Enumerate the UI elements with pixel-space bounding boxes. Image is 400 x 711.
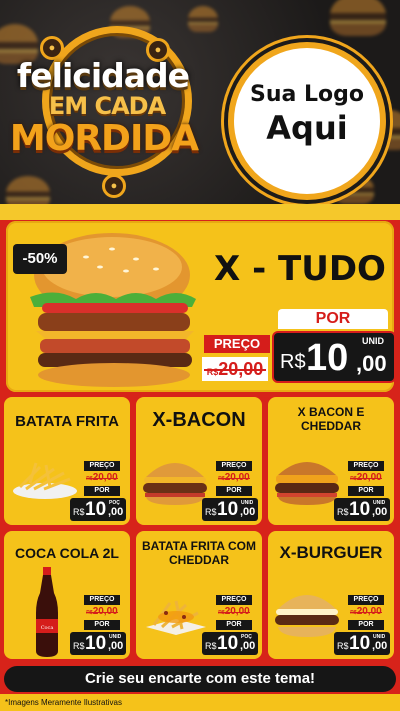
old-price: R$20,00 bbox=[84, 606, 120, 617]
por-label: POR bbox=[216, 486, 252, 496]
old-price-label: PREÇO bbox=[348, 461, 384, 471]
price-cents: ,00 bbox=[372, 506, 388, 518]
price-unit: POÇ bbox=[241, 634, 252, 640]
price-unit: UNID bbox=[373, 634, 386, 640]
coca-cola-bottle-image: Coca bbox=[36, 567, 58, 657]
product-name: BATATA FRITA COM CHEDDAR bbox=[142, 539, 256, 567]
old-price-value: 20,00 bbox=[224, 606, 250, 617]
price-integer: 10 bbox=[217, 499, 239, 520]
product-card[interactable]: BATATA FRITA COM CHEDDAR PREÇO R$20,00 P… bbox=[136, 531, 262, 659]
por-label: POR bbox=[278, 309, 388, 329]
logo-placeholder-line1: Sua Logo bbox=[249, 82, 364, 107]
price-integer: 10 bbox=[85, 499, 107, 520]
price-tag: R$ 10 ,00 POÇ bbox=[202, 632, 258, 655]
price-currency: R$ bbox=[205, 507, 217, 517]
por-label: POR bbox=[84, 620, 120, 630]
old-price: R$20,00 bbox=[202, 357, 268, 381]
old-price: R$20,00 bbox=[348, 606, 384, 617]
product-name: COCA COLA 2L bbox=[15, 545, 119, 561]
x-burguer-image bbox=[275, 595, 339, 637]
featured-product-name: X - TUDO bbox=[214, 249, 386, 289]
price-currency: R$ bbox=[205, 641, 217, 651]
discount-badge: -50% bbox=[13, 244, 67, 274]
price-tag: R$ 10 ,00 UNID bbox=[334, 632, 390, 655]
old-price: R$20,00 bbox=[216, 472, 252, 483]
price-unit: UNID bbox=[373, 500, 386, 506]
brand-slogan-line2: EM CADA bbox=[48, 92, 166, 120]
price-integer: 10 bbox=[349, 499, 371, 520]
price-integer: 10 bbox=[349, 633, 371, 654]
product-name: BATATA FRITA bbox=[15, 413, 119, 430]
burger-badge-icon: ● bbox=[102, 174, 126, 198]
old-price-value: 20,00 bbox=[218, 359, 264, 379]
price-integer: 10 bbox=[85, 633, 107, 654]
product-name: X-BACON bbox=[152, 409, 246, 431]
fries-cheddar-image bbox=[146, 600, 206, 635]
old-price: R$20,00 bbox=[84, 472, 120, 483]
brand-slogan-line1: felicidade bbox=[16, 56, 190, 95]
old-price-value: 20,00 bbox=[356, 606, 382, 617]
product-card[interactable]: BATATA FRITA PREÇO R$20,00 POR R$ 10 ,00… bbox=[4, 397, 130, 525]
price-tag: R$ 10 ,00 UNID bbox=[202, 498, 258, 521]
logo-placeholder-line2: Aqui bbox=[266, 109, 348, 147]
price-tag: R$ 10 ,00 UNID bbox=[70, 632, 126, 655]
price-tag: R$ 10 ,00 UNID bbox=[334, 498, 390, 521]
product-card[interactable]: X-BURGUER PREÇO R$20,00 POR R$ 10 ,00 UN… bbox=[268, 531, 394, 659]
yellow-separator bbox=[0, 204, 400, 220]
price-cents: ,00 bbox=[372, 640, 388, 652]
old-price-label: PREÇO bbox=[84, 595, 120, 605]
old-price-label: PREÇO bbox=[204, 335, 270, 353]
por-label: POR bbox=[216, 620, 252, 630]
por-label: POR bbox=[348, 620, 384, 630]
x-bacon-image bbox=[143, 463, 207, 505]
price-tag: R$ 10 ,00 POÇ bbox=[70, 498, 126, 521]
product-card[interactable]: COCA COLA 2L Coca PREÇO R$20,00 POR R$ 1… bbox=[4, 531, 130, 659]
price-cents: ,00 bbox=[108, 506, 124, 518]
price-currency: R$ bbox=[73, 641, 85, 651]
old-price-label: PREÇO bbox=[84, 461, 120, 471]
price-cents: ,00 bbox=[240, 506, 256, 518]
product-name: X BACON E CHEDDAR bbox=[297, 405, 365, 433]
cta-banner[interactable]: Crie seu encarte com este tema! bbox=[4, 666, 396, 692]
old-price-currency: R$ bbox=[206, 367, 219, 377]
featured-price-tag: R$ 10 ,00 UNID bbox=[272, 331, 394, 383]
header-banner: ● ● ● felicidade EM CADA MORDIDA Sua Log… bbox=[0, 0, 400, 208]
price-cents: ,00 bbox=[356, 351, 387, 376]
product-name: X-BURGUER bbox=[279, 543, 383, 562]
price-currency: R$ bbox=[73, 507, 85, 517]
logo-placeholder[interactable]: Sua Logo Aqui bbox=[228, 42, 386, 200]
product-card[interactable]: X-BACON PREÇO R$20,00 POR R$ 10 ,00 UNID bbox=[136, 397, 262, 525]
price-currency: R$ bbox=[280, 351, 306, 373]
price-integer: 10 bbox=[306, 337, 349, 379]
background-burger-image bbox=[330, 0, 386, 36]
old-price: R$20,00 bbox=[348, 472, 384, 483]
product-card[interactable]: X BACON E CHEDDAR PREÇO R$20,00 POR R$ 1… bbox=[268, 397, 394, 525]
old-price-label: PREÇO bbox=[216, 461, 252, 471]
por-label: POR bbox=[348, 486, 384, 496]
fries-image bbox=[13, 462, 77, 499]
featured-product-card[interactable]: -50% X - TUDO PREÇO R$20,00 R$ 10 ,00 UN… bbox=[6, 221, 394, 392]
old-price-value: 20,00 bbox=[224, 472, 250, 483]
por-label: POR bbox=[84, 486, 120, 496]
x-bacon-cheddar-image bbox=[275, 462, 339, 505]
price-unit: POÇ bbox=[109, 500, 120, 506]
price-unit: UNID bbox=[109, 634, 122, 640]
price-currency: R$ bbox=[337, 507, 349, 517]
svg-text:Coca: Coca bbox=[41, 625, 54, 631]
price-unit: UNID bbox=[362, 336, 384, 346]
old-price: R$20,00 bbox=[216, 606, 252, 617]
brand-slogan-line3: MORDIDA bbox=[9, 118, 199, 159]
price-currency: R$ bbox=[337, 641, 349, 651]
old-price-label: PREÇO bbox=[348, 595, 384, 605]
price-cents: ,00 bbox=[240, 640, 256, 652]
old-price-value: 20,00 bbox=[92, 606, 118, 617]
price-cents: ,00 bbox=[108, 640, 124, 652]
old-price-value: 20,00 bbox=[356, 472, 382, 483]
old-price-value: 20,00 bbox=[92, 472, 118, 483]
price-integer: 10 bbox=[217, 633, 239, 654]
disclaimer-text: *Imagens Meramente Ilustrativas bbox=[0, 694, 400, 711]
old-price-label: PREÇO bbox=[216, 595, 252, 605]
price-unit: UNID bbox=[241, 500, 254, 506]
